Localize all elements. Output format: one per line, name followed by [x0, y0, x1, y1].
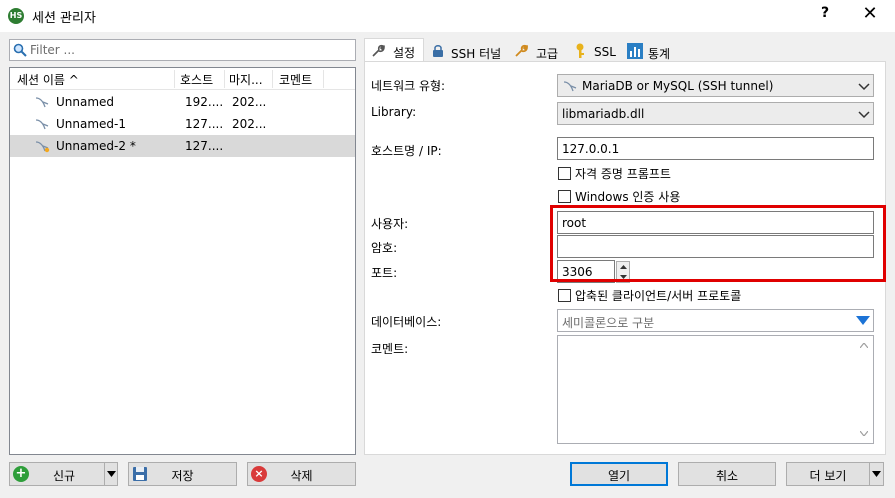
library-value: libmariadb.dll — [562, 107, 645, 121]
row-host: 127.... — [185, 139, 224, 153]
session-list[interactable]: 세션 이름 ^ 호스트 마지... 코멘트 Unnamed 192.... 20… — [9, 67, 356, 455]
delete-label: 삭제 — [290, 469, 313, 483]
bar-chart-icon — [627, 43, 643, 59]
mysql-dolphin-icon — [563, 81, 577, 92]
plus-icon: + — [13, 466, 29, 482]
compressed-protocol-checkbox[interactable] — [558, 289, 571, 302]
password-label: 암호: — [371, 241, 398, 255]
more-button[interactable]: 더 보기 — [786, 462, 884, 486]
title-bar: HS 세션 관리자 ? ✕ — [0, 0, 895, 32]
wrench-icon — [372, 44, 385, 57]
tab-ssh-label: SSH 터널 — [451, 47, 502, 61]
list-header: 세션 이름 ^ 호스트 마지... 코멘트 — [10, 68, 355, 90]
filter-input[interactable]: Filter ... — [9, 39, 356, 61]
new-session-button[interactable]: + 신규 — [9, 462, 118, 486]
mysql-dolphin-icon — [35, 119, 49, 130]
column-divider[interactable] — [174, 70, 175, 88]
database-select[interactable]: 세미콜론으로 구분 — [557, 309, 874, 332]
row-name: Unnamed-1 — [56, 117, 127, 131]
search-icon — [13, 43, 27, 57]
tab-settings-label: 설정 — [393, 46, 416, 60]
app-logo-icon: HS — [8, 8, 24, 24]
table-row[interactable]: Unnamed 192.... 202... — [10, 91, 355, 113]
tab-statistics-label: 통계 — [648, 47, 671, 61]
cancel-button[interactable]: 취소 — [678, 462, 776, 486]
column-header-host[interactable]: 호스트 — [180, 71, 213, 88]
tab-statistics[interactable]: 통계 — [624, 40, 678, 62]
windows-auth-label[interactable]: Windows 인증 사용 — [575, 188, 680, 205]
column-divider[interactable] — [272, 70, 273, 88]
split-divider — [104, 463, 105, 485]
database-placeholder: 세미콜론으로 구분 — [562, 316, 655, 330]
comment-textarea[interactable] — [557, 335, 874, 444]
chevron-down-icon — [858, 111, 870, 119]
tab-advanced[interactable]: 고급 — [510, 40, 566, 62]
row-host: 127.... — [185, 117, 224, 131]
cancel-label: 취소 — [715, 469, 739, 483]
table-row[interactable]: Unnamed-1 127.... 202... — [10, 113, 355, 135]
column-header-comment[interactable]: 코멘트 — [279, 71, 312, 88]
close-button[interactable]: ✕ — [858, 3, 882, 24]
network-type-value: MariaDB or MySQL (SSH tunnel) — [582, 79, 774, 93]
host-label: 호스트명 / IP: — [371, 144, 442, 158]
help-button[interactable]: ? — [815, 5, 835, 21]
new-label: 신규 — [52, 469, 76, 483]
row-last: 202... — [232, 95, 267, 109]
row-host: 192.... — [185, 95, 224, 109]
comment-label: 코멘트: — [371, 342, 409, 356]
tab-ssl-label: SSL — [594, 45, 616, 59]
mysql-dolphin-icon — [35, 141, 50, 153]
library-select[interactable]: libmariadb.dll — [557, 102, 874, 125]
dropdown-triangle-icon[interactable] — [856, 316, 870, 325]
network-type-select[interactable]: MariaDB or MySQL (SSH tunnel) — [557, 74, 874, 97]
row-last: 202... — [232, 117, 267, 131]
highlight-box — [550, 205, 886, 282]
table-row-selected[interactable]: Unnamed-2 * 127.... — [10, 135, 355, 157]
windows-auth-checkbox[interactable] — [558, 190, 571, 203]
host-value: 127.0.0.1 — [562, 142, 620, 156]
user-label: 사용자: — [371, 217, 409, 231]
row-name: Unnamed-2 * — [56, 139, 136, 153]
window-title: 세션 관리자 — [32, 11, 96, 26]
network-type-label: 네트워크 유형: — [371, 79, 446, 93]
dropdown-arrow-icon[interactable] — [107, 471, 116, 477]
open-button[interactable]: 열기 — [570, 462, 668, 486]
scroll-down-icon[interactable] — [860, 431, 868, 436]
column-header-last[interactable]: 마지... — [229, 71, 263, 88]
filter-placeholder: Filter ... — [30, 43, 75, 57]
column-divider[interactable] — [323, 70, 324, 88]
key-icon — [576, 43, 584, 58]
tab-ssh-tunnel[interactable]: SSH 터널 — [428, 40, 508, 62]
database-label: 데이터베이스: — [371, 315, 442, 329]
save-button[interactable]: 저장 — [128, 462, 237, 486]
compressed-protocol-label[interactable]: 압축된 클라이언트/서버 프로토콜 — [575, 287, 741, 304]
wrench-icon — [515, 44, 528, 57]
tab-ssl[interactable]: SSL — [570, 40, 622, 62]
split-divider — [869, 463, 870, 485]
save-label: 저장 — [171, 469, 194, 483]
more-label: 더 보기 — [809, 469, 847, 483]
tab-settings[interactable]: 설정 — [364, 38, 424, 62]
delete-button[interactable]: × 삭제 — [247, 462, 356, 486]
open-label: 열기 — [607, 469, 631, 483]
column-divider[interactable] — [224, 70, 225, 88]
chevron-down-icon — [858, 83, 870, 91]
port-label: 포트: — [371, 266, 398, 280]
mysql-dolphin-icon — [35, 97, 49, 108]
lock-icon — [433, 45, 443, 57]
column-header-name[interactable]: 세션 이름 ^ — [17, 71, 79, 88]
tab-advanced-label: 고급 — [536, 47, 559, 61]
credential-prompt-label[interactable]: 자격 증명 프롬프트 — [575, 165, 671, 182]
credential-prompt-checkbox[interactable] — [558, 167, 571, 180]
host-input[interactable]: 127.0.0.1 — [557, 137, 874, 160]
library-label: Library: — [371, 105, 417, 119]
row-name: Unnamed — [56, 95, 115, 109]
dropdown-arrow-icon[interactable] — [872, 471, 881, 477]
scroll-up-icon[interactable] — [860, 343, 868, 348]
